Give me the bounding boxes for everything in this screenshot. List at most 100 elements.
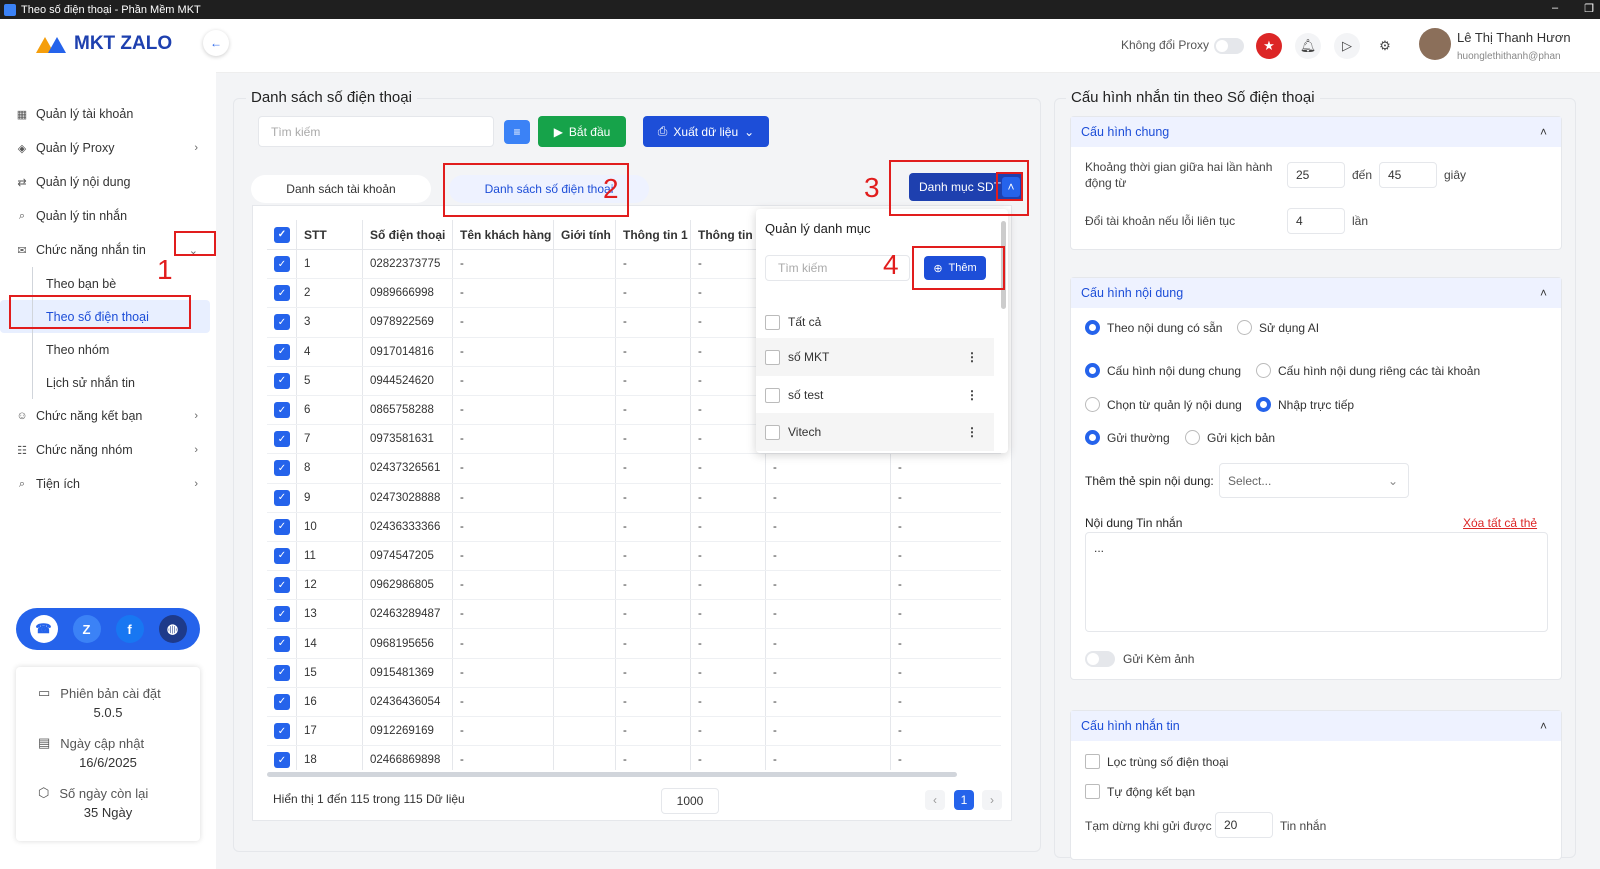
table-row[interactable]: ✓ 13 02463289487- - - - -: [267, 600, 1001, 630]
table-row[interactable]: ✓ 16 02436436054- - - - -: [267, 687, 1001, 717]
row-select-cell[interactable]: ✓: [267, 687, 297, 716]
avatar[interactable]: [1419, 28, 1451, 60]
row-checkbox[interactable]: ✓: [274, 314, 290, 331]
row-checkbox[interactable]: ✓: [274, 723, 290, 740]
sidebar-item-messaging[interactable]: ✉ Chức năng nhắn tin ⌄: [0, 233, 216, 267]
radio-preset-content[interactable]: Theo nội dung có sẵn: [1085, 320, 1222, 335]
support-icon[interactable]: ☎: [29, 615, 58, 643]
page-size-input[interactable]: 1000: [661, 788, 719, 814]
autofriend-checkbox[interactable]: Tự động kết bạn: [1085, 784, 1195, 799]
next-page-button[interactable]: ›: [982, 790, 1002, 810]
sidebar-item-content[interactable]: ⇄ Quản lý nội dung: [0, 165, 216, 199]
vietnam-flag-icon[interactable]: ★: [1256, 33, 1282, 59]
row-select-cell[interactable]: ✓: [267, 717, 297, 746]
table-row[interactable]: ✓ 8 02437326561- - - - -: [267, 454, 1001, 484]
row-checkbox[interactable]: ✓: [274, 431, 290, 448]
chevron-up-icon[interactable]: ˄: [1540, 125, 1547, 139]
select-all-cell[interactable]: ✓: [267, 220, 297, 249]
category-item[interactable]: số test ⋮: [756, 376, 994, 414]
chevron-up-icon[interactable]: ˄: [1540, 286, 1547, 300]
sidebar-sub-group[interactable]: Theo nhóm: [0, 333, 216, 366]
more-icon[interactable]: ⋮: [966, 350, 978, 364]
row-checkbox[interactable]: ✓: [274, 343, 290, 360]
spin-select[interactable]: Select... ⌄: [1219, 463, 1409, 498]
radio-use-ai[interactable]: Sử dụng AI: [1237, 320, 1319, 335]
restore-icon[interactable]: ❐: [1584, 2, 1594, 15]
table-row[interactable]: ✓ 17 0912269169- - - - -: [267, 717, 1001, 747]
row-select-cell[interactable]: ✓: [267, 541, 297, 571]
globe-icon[interactable]: ◍: [158, 615, 187, 643]
radio-direct-input[interactable]: Nhập trực tiếp: [1256, 397, 1354, 412]
minimize-icon[interactable]: –: [1552, 2, 1558, 15]
table-row[interactable]: ✓ 15 0915481369- - - - -: [267, 658, 1001, 688]
row-checkbox[interactable]: ✓: [274, 372, 290, 389]
switch-account-input[interactable]: 4: [1287, 208, 1345, 234]
checkbox[interactable]: [765, 349, 780, 365]
row-select-cell[interactable]: ✓: [267, 337, 297, 366]
zalo-icon[interactable]: Z: [72, 615, 101, 643]
attach-image-toggle[interactable]: [1085, 651, 1115, 667]
row-checkbox[interactable]: ✓: [274, 460, 290, 477]
checkbox[interactable]: [765, 314, 780, 330]
sidebar-item-accounts[interactable]: ▦ Quản lý tài khoản: [0, 97, 216, 131]
sidebar-item-utilities[interactable]: ⌕ Tiện ích ›: [0, 467, 216, 501]
row-checkbox[interactable]: ✓: [274, 635, 290, 652]
row-checkbox[interactable]: ✓: [274, 664, 290, 681]
checkbox[interactable]: [765, 387, 780, 403]
row-select-cell[interactable]: ✓: [267, 483, 297, 512]
table-row[interactable]: ✓ 12 0962986805- - - - -: [267, 571, 1001, 601]
radio-send-script[interactable]: Gửi kịch bản: [1185, 430, 1275, 445]
sidebar-sub-history[interactable]: Lịch sử nhắn tin: [0, 366, 216, 399]
row-select-cell[interactable]: ✓: [267, 366, 297, 395]
category-button[interactable]: Danh mục SDT ˄: [909, 173, 1023, 201]
row-select-cell[interactable]: ✓: [267, 600, 297, 629]
tab-phones[interactable]: Danh sách số điện thoại: [449, 175, 649, 203]
chevron-up-icon[interactable]: ˄: [1002, 177, 1020, 197]
clear-tags-link[interactable]: Xóa tất cả thẻ: [1463, 516, 1537, 530]
start-button[interactable]: ▶ Bắt đầu: [538, 116, 626, 147]
facebook-icon[interactable]: f: [115, 615, 144, 643]
row-select-cell[interactable]: ✓: [267, 395, 297, 425]
checkbox[interactable]: [765, 424, 780, 440]
radio-per-account-config[interactable]: Cấu hình nội dung riêng các tài khoản: [1256, 363, 1480, 378]
row-checkbox[interactable]: ✓: [274, 547, 290, 564]
row-select-cell[interactable]: ✓: [267, 512, 297, 541]
chevron-down-icon[interactable]: ⌄: [189, 244, 198, 257]
row-checkbox[interactable]: ✓: [274, 489, 290, 506]
row-checkbox[interactable]: ✓: [274, 285, 290, 302]
page-1-button[interactable]: 1: [954, 790, 974, 810]
row-checkbox[interactable]: ✓: [274, 693, 290, 710]
general-header[interactable]: Cấu hình chung ˄: [1071, 117, 1561, 147]
gear-icon[interactable]: ⚙: [1372, 33, 1398, 59]
content-header[interactable]: Cấu hình nội dung ˄: [1071, 278, 1561, 308]
sidebar-item-friends[interactable]: ☺ Chức năng kết bạn ›: [0, 399, 216, 433]
row-select-cell[interactable]: ✓: [267, 308, 297, 337]
category-item[interactable]: Tất cả: [756, 303, 994, 341]
category-item[interactable]: Vitech ⋮: [756, 413, 994, 451]
table-row[interactable]: ✓ 11 0974547205- - - - -: [267, 541, 1001, 572]
dedupe-checkbox[interactable]: Lọc trùng số điện thoại: [1085, 754, 1228, 769]
row-select-cell[interactable]: ✓: [267, 454, 297, 483]
pause-input[interactable]: 20: [1215, 812, 1273, 838]
radio-send-normal[interactable]: Gửi thường: [1085, 430, 1170, 445]
horizontal-scrollbar[interactable]: [267, 772, 957, 777]
table-row[interactable]: ✓ 14 0968195656- - - - -: [267, 629, 1001, 659]
play-icon[interactable]: ▷: [1334, 33, 1360, 59]
row-select-cell[interactable]: ✓: [267, 746, 297, 770]
filter-button[interactable]: ≡: [504, 120, 530, 144]
row-select-cell[interactable]: ✓: [267, 250, 297, 279]
collapse-sidebar-button[interactable]: ←: [203, 30, 229, 56]
row-select-cell[interactable]: ✓: [267, 279, 297, 308]
row-checkbox[interactable]: ✓: [274, 577, 290, 594]
sidebar-sub-phone[interactable]: Theo số điện thoại: [0, 300, 210, 333]
row-select-cell[interactable]: ✓: [267, 571, 297, 600]
prev-page-button[interactable]: ‹: [925, 790, 945, 810]
more-icon[interactable]: ⋮: [966, 388, 978, 402]
search-input[interactable]: Tìm kiếm: [258, 116, 494, 147]
sidebar-sub-friends[interactable]: Theo bạn bè: [0, 267, 216, 300]
interval-to-input[interactable]: 45: [1379, 162, 1437, 188]
more-icon[interactable]: ⋮: [966, 425, 978, 439]
tab-accounts[interactable]: Danh sách tài khoản: [251, 175, 431, 203]
row-checkbox[interactable]: ✓: [274, 256, 290, 273]
row-select-cell[interactable]: ✓: [267, 629, 297, 658]
